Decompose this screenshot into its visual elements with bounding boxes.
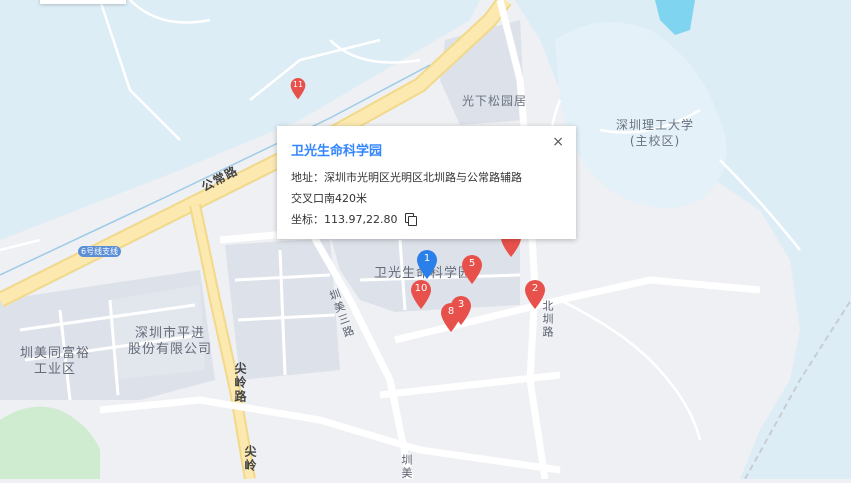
map-canvas[interactable]: 光下松园居 深圳理工大学 (主校区) 公常路 6号线支线 卫光生命科学园 圳美三… — [0, 0, 851, 480]
label-zhenmei-road-lower: 圳美 — [400, 454, 413, 480]
label-jianling-road-lower: 尖岭 — [243, 445, 257, 473]
label-fuyu-line1: 圳美同富裕 — [20, 346, 91, 361]
label-university: 深圳理工大学 (主校区) — [616, 117, 694, 149]
label-university-campus: (主校区) — [629, 134, 681, 148]
label-jianling-road: 尖岭路 — [233, 362, 247, 404]
marker-8-label: 8 — [447, 306, 455, 317]
marker-5-label: 5 — [468, 258, 476, 269]
marker-8[interactable]: 8 — [440, 303, 462, 333]
label-metro-line: 6号线支线 — [78, 246, 122, 257]
label-pingjin-line2: 股份有限公司 — [128, 342, 213, 357]
popup-address-line2: 交叉口南420米 — [291, 192, 367, 205]
popup-title[interactable]: 卫光生命科学园 — [291, 140, 562, 159]
popup-coords-row: 坐标：113.97,22.80 — [291, 209, 562, 230]
marker-11-label: 11 — [292, 80, 304, 89]
label-fuyu-industrial: 圳美同富裕 工业区 — [20, 346, 90, 378]
close-button[interactable]: × — [552, 134, 564, 150]
marker-11[interactable]: 11 — [289, 78, 307, 100]
label-guangxia-songyuan: 光下松园居 — [462, 94, 528, 108]
popup-coords: 坐标：113.97,22.80 — [291, 213, 398, 226]
marker-2[interactable]: 2 — [524, 280, 546, 310]
popup-address-line1: 地址：深圳市光明区光明区北圳路与公常路辅路 — [291, 171, 522, 184]
label-pingjin-line1: 深圳市平进 — [135, 326, 206, 341]
marker-1-label: 1 — [423, 253, 431, 264]
map-base — [0, 0, 851, 480]
marker-5[interactable]: 5 — [461, 255, 483, 285]
marker-10-label: 10 — [414, 283, 428, 294]
marker-10[interactable]: 10 — [410, 280, 432, 310]
label-fuyu-line2: 工业区 — [34, 362, 77, 377]
label-university-name: 深圳理工大学 — [616, 118, 695, 132]
info-popup: 卫光生命科学园 地址：深圳市光明区光明区北圳路与公常路辅路 交叉口南420米 坐… — [277, 126, 576, 239]
label-pingjin-company: 深圳市平进 股份有限公司 — [128, 326, 212, 358]
copy-icon[interactable] — [405, 213, 418, 226]
marker-2-label: 2 — [531, 283, 539, 294]
top-card-edge — [40, 0, 126, 4]
marker-1[interactable]: 1 — [416, 250, 438, 280]
